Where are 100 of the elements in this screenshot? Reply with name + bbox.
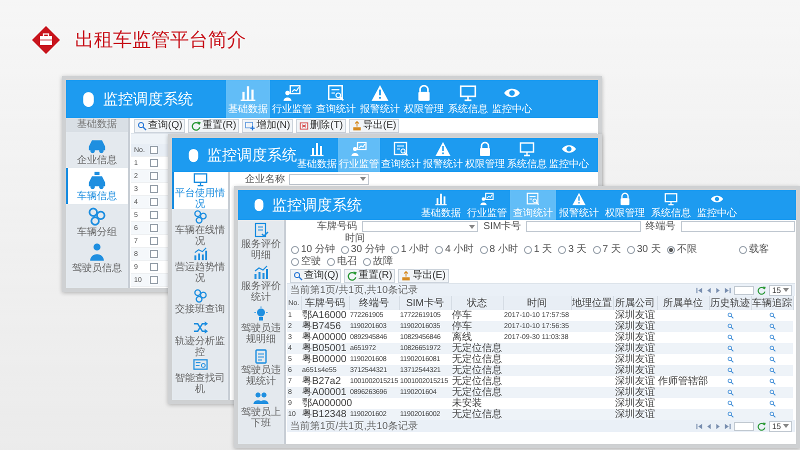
search-icon — [768, 312, 776, 319]
text-field[interactable] — [526, 221, 641, 232]
nav-tab[interactable]: 行业监管 — [270, 80, 314, 118]
radio-option[interactable]: 故障 — [363, 256, 393, 268]
lightbulb-icon — [253, 306, 269, 322]
search-icon — [768, 366, 776, 374]
sidebar-item[interactable]: 智能查找司机 — [172, 357, 228, 394]
sidebar-item[interactable]: 车辆分组 — [66, 204, 128, 240]
nav-tab[interactable]: 报警统计 — [556, 190, 602, 220]
dropdown-field[interactable] — [289, 174, 369, 184]
radio-option[interactable]: 8 小时 — [480, 244, 518, 256]
nav-tab[interactable]: 监控中心 — [694, 190, 740, 220]
checkbox[interactable] — [150, 185, 158, 193]
next-page-icon[interactable] — [715, 286, 722, 294]
radio-option[interactable]: 3 天 — [558, 244, 587, 256]
search-icon — [768, 400, 776, 407]
first-page-icon[interactable] — [696, 286, 704, 294]
previous-page-icon[interactable] — [706, 286, 712, 294]
radio-option[interactable]: 载客 — [738, 244, 769, 256]
next-page-icon[interactable] — [715, 422, 722, 430]
sidebar-item[interactable]: 驾驶员上下班 — [238, 388, 284, 430]
checkbox[interactable] — [150, 250, 158, 258]
page-size-select[interactable]: 15 — [769, 284, 792, 296]
table-cell: 深圳友谊 — [613, 354, 657, 365]
sidebar-item[interactable]: 服务评价统计 — [238, 262, 284, 304]
radio-option[interactable]: 7 天 — [592, 244, 621, 256]
radio-option[interactable]: 电召 — [327, 256, 357, 268]
radio-option[interactable]: 1 小时 — [390, 244, 430, 256]
checkbox[interactable] — [150, 237, 158, 245]
presenter-icon — [351, 140, 367, 156]
nav-tab[interactable]: 行业监管 — [464, 190, 510, 220]
table-cell: 深圳友谊 — [613, 376, 657, 387]
bar-chart-icon — [309, 140, 325, 156]
toolbar-button[interactable]: 查询(Q) — [290, 268, 342, 282]
checkbox[interactable] — [150, 146, 158, 154]
previous-page-icon[interactable] — [706, 422, 712, 430]
nav-tab[interactable]: 系统信息 — [446, 80, 490, 118]
radio-option[interactable]: 10 分钟 — [291, 244, 335, 256]
checkbox[interactable] — [150, 172, 158, 180]
first-page-icon[interactable] — [696, 422, 704, 430]
sidebar-item[interactable]: 轨迹分析监控 — [172, 320, 228, 357]
field-label: SIM卡号 — [483, 221, 522, 232]
nav-tab[interactable]: 查询统计 — [314, 80, 358, 118]
dropdown-field[interactable] — [362, 221, 478, 232]
table-cell: 粤A00000 — [301, 332, 349, 343]
sidebar-item[interactable]: 驾驶员违规明细 — [238, 304, 284, 346]
warning-icon — [572, 192, 586, 206]
nav-tab[interactable]: 权限管理 — [602, 190, 648, 220]
nav-tab[interactable]: 系统信息 — [648, 190, 694, 220]
toolbar-button[interactable]: 重置(R) — [344, 268, 396, 282]
nav-tab[interactable]: 基础数据 — [418, 190, 464, 220]
radio-option[interactable]: 空驶 — [291, 256, 321, 268]
radio-option[interactable]: 4 小时 — [435, 244, 474, 256]
last-page-icon[interactable] — [724, 422, 732, 430]
toolbar-button[interactable]: 增加(N) — [242, 118, 294, 132]
sidebar-item[interactable]: 交接班查询 — [172, 283, 228, 320]
checkbox[interactable] — [150, 198, 158, 206]
column-header: 所属单位 — [657, 296, 709, 310]
nav-tab[interactable]: 监控中心 — [490, 80, 534, 118]
search-icon — [726, 334, 734, 341]
sidebar-item[interactable]: 平台使用情况 — [172, 172, 228, 209]
sidebar-item[interactable]: 车辆信息 — [66, 168, 128, 204]
toolbar-button[interactable]: 导出(E) — [349, 118, 400, 132]
add-icon — [245, 120, 256, 130]
checkbox[interactable] — [150, 159, 158, 167]
page-number-field[interactable] — [734, 286, 754, 294]
column-header: 状态 — [451, 296, 503, 310]
radio-option[interactable]: 1 天 — [524, 244, 552, 256]
record-count: 当前第1页/共1页,共10条记录 — [290, 284, 418, 296]
toolbar-button[interactable]: 删除(T) — [296, 118, 346, 132]
sidebar-item[interactable]: 车辆在线情况 — [172, 209, 228, 246]
column-header: 车辆追踪 — [751, 296, 793, 310]
page-size-select[interactable]: 15 — [769, 420, 792, 432]
refresh-icon — [191, 120, 202, 130]
sidebar-item[interactable]: 驾驶员违规统计 — [238, 346, 284, 388]
table-cell: 深圳友谊 — [613, 343, 657, 354]
nav-tab[interactable]: 报警统计 — [358, 80, 402, 118]
sidebar-item[interactable]: 服务评价明细 — [238, 220, 284, 262]
last-page-icon[interactable] — [724, 286, 732, 294]
toolbar-button[interactable]: 重置(R) — [188, 118, 240, 132]
caret-icon — [360, 177, 366, 181]
checkbox[interactable] — [150, 211, 158, 219]
toolbar-button[interactable]: 查询(Q) — [134, 118, 186, 132]
radio-option[interactable]: 30 天 — [626, 244, 661, 256]
report-icon — [393, 140, 409, 156]
sidebar-item[interactable]: 营运趋势情况 — [172, 246, 228, 283]
field-label: 终端号 — [646, 221, 676, 232]
checkbox[interactable] — [150, 276, 158, 284]
nav-tab[interactable]: 权限管理 — [402, 80, 446, 118]
lock-icon — [618, 192, 632, 206]
sidebar-item[interactable]: 驾驶员信息 — [66, 240, 128, 276]
radio-option[interactable]: 30 分钟 — [340, 244, 385, 256]
text-field[interactable] — [680, 221, 795, 232]
page-number-field[interactable] — [734, 422, 754, 430]
sidebar-item[interactable]: 企业信息 — [66, 132, 128, 168]
toolbar-button[interactable]: 导出(E) — [398, 268, 449, 282]
checkbox[interactable] — [150, 263, 158, 271]
checkbox[interactable] — [150, 224, 158, 232]
radio-option[interactable]: 不限 — [666, 244, 697, 256]
table-cell: 深圳友谊 — [613, 332, 657, 343]
